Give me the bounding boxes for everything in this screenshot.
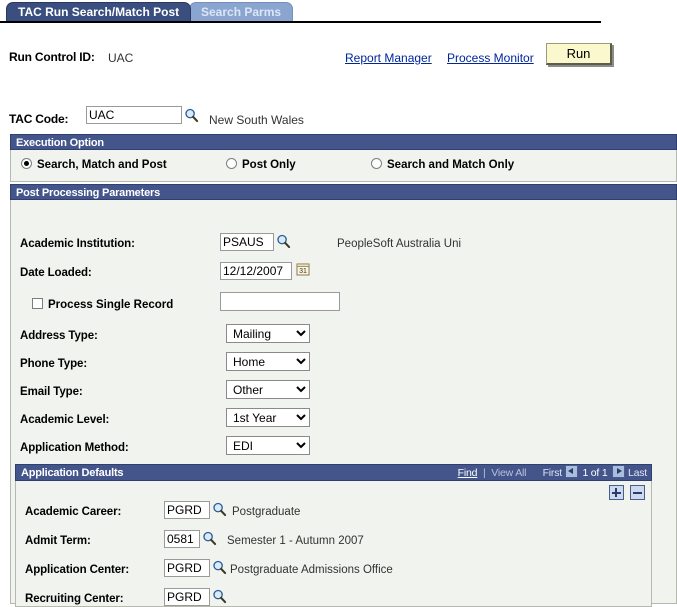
email-type-label: Email Type: [20,386,83,398]
application-method-label: Application Method: [20,442,129,454]
tab-label: Search Parms [201,5,282,19]
admit-term-label: Admit Term: [25,535,91,547]
row-action-buttons [606,485,645,500]
admit-term-lookup-button[interactable] [202,531,217,546]
execution-option-body: Search, Match and Post Post Only Search … [10,150,677,182]
application-center-input[interactable] [164,559,210,577]
tab-tac-run-search-match-post[interactable]: TAC Run Search/Match Post [6,2,192,21]
radio-indicator [371,158,382,169]
application-defaults-header: Application Defaults Find | View All Fir… [15,464,652,481]
process-single-record-checkbox[interactable]: Process Single Record [32,298,173,311]
application-defaults-body: Academic Career: Postgraduate Admit Term… [15,481,652,607]
address-type-label: Address Type: [20,330,98,342]
academic-level-label: Academic Level: [20,414,110,426]
radio-label: Search and Match Only [387,159,515,171]
tac-code-input[interactable] [86,106,182,124]
row-counter: 1 of 1 [582,467,608,479]
tab-label: TAC Run Search/Match Post [18,5,180,19]
academic-career-description: Postgraduate [232,506,301,518]
date-loaded-calendar-button[interactable]: 31 [296,262,310,276]
magnifier-icon [213,502,227,517]
svg-text:31: 31 [299,268,307,275]
process-single-record-input[interactable] [220,292,340,311]
nav-separator: | [483,467,486,479]
magnifier-icon [203,531,217,546]
peoplesoft-page: TAC Run Search/Match Post Search Parms R… [0,0,677,607]
post-processing-header: Post Processing Parameters [10,184,677,200]
radio-post-only[interactable]: Post Only [226,158,296,171]
prev-arrow-icon[interactable] [564,465,578,478]
application-center-lookup-button[interactable] [212,560,227,575]
application-defaults-title: Application Defaults [21,467,124,479]
tac-code-lookup-button[interactable] [184,108,199,123]
academic-institution-label: Academic Institution: [20,238,135,250]
tab-strip: TAC Run Search/Match Post Search Parms [0,0,677,26]
report-manager-link[interactable]: Report Manager [345,51,432,65]
academic-institution-lookup-button[interactable] [276,234,291,249]
email-type-select[interactable]: Other [226,380,310,399]
checkbox-indicator [32,298,43,309]
academic-institution-input[interactable] [220,233,274,251]
find-link[interactable]: Find [458,467,478,479]
plus-icon[interactable] [608,485,624,500]
minus-icon[interactable] [630,485,645,500]
process-monitor-link[interactable]: Process Monitor [447,51,534,65]
academic-career-lookup-button[interactable] [212,502,227,517]
phone-type-select[interactable]: Home [226,352,310,371]
application-defaults-group: Application Defaults Find | View All Fir… [15,464,652,607]
recruiting-center-input[interactable] [164,588,210,606]
date-loaded-label: Date Loaded: [20,267,92,279]
magnifier-icon [213,560,227,575]
application-center-description: Postgraduate Admissions Office [230,564,393,576]
radio-indicator [21,158,32,169]
process-single-record-label: Process Single Record [48,299,174,311]
tac-code-label: TAC Code: [9,112,69,126]
magnifier-icon [185,108,199,123]
recruiting-center-lookup-button[interactable] [212,589,227,604]
radio-search-and-match-only[interactable]: Search and Match Only [371,158,514,171]
date-loaded-input[interactable] [220,262,292,280]
tac-code-description: New South Wales [209,113,304,127]
calendar-icon: 31 [296,263,310,276]
tab-search-parms[interactable]: Search Parms [189,2,294,21]
execution-option-header: Execution Option [10,134,677,150]
post-processing-title: Post Processing Parameters [16,187,160,199]
magnifier-icon [277,234,291,249]
view-all-link[interactable]: View All [491,467,526,479]
radio-search-match-and-post[interactable]: Search, Match and Post [21,158,167,171]
academic-institution-description: PeopleSoft Australia Uni [337,238,462,250]
recruiting-center-label: Recruiting Center: [25,593,124,605]
academic-career-label: Academic Career: [25,506,122,518]
first-link[interactable]: First [543,467,563,479]
application-center-label: Application Center: [25,564,130,576]
magnifier-icon [213,589,227,604]
academic-career-input[interactable] [164,501,210,519]
next-arrow-icon[interactable] [612,465,626,478]
last-link[interactable]: Last [628,467,647,479]
run-control-id-label: Run Control ID: [9,50,95,64]
grid-navigation: Find | View All First 1 of 1 Last [458,465,647,482]
radio-label: Search, Match and Post [37,159,167,171]
radio-indicator [226,158,237,169]
admit-term-input[interactable] [164,530,200,548]
phone-type-label: Phone Type: [20,358,88,370]
address-type-select[interactable]: Mailing [226,324,310,343]
execution-option-group: Execution Option Search, Match and Post … [10,134,677,182]
academic-level-select[interactable]: 1st Year [226,408,310,427]
application-method-select[interactable]: EDI [226,436,310,455]
execution-option-title: Execution Option [16,137,104,149]
run-button[interactable]: Run [546,43,612,65]
admit-term-description: Semester 1 - Autumn 2007 [227,535,364,547]
post-processing-parameters-group: Post Processing Parameters Academic Inst… [10,184,677,607]
run-control-id-value: UAC [108,51,134,65]
post-processing-body: Academic Institution: PeopleSoft Austral… [10,200,677,607]
radio-label: Post Only [242,159,296,171]
